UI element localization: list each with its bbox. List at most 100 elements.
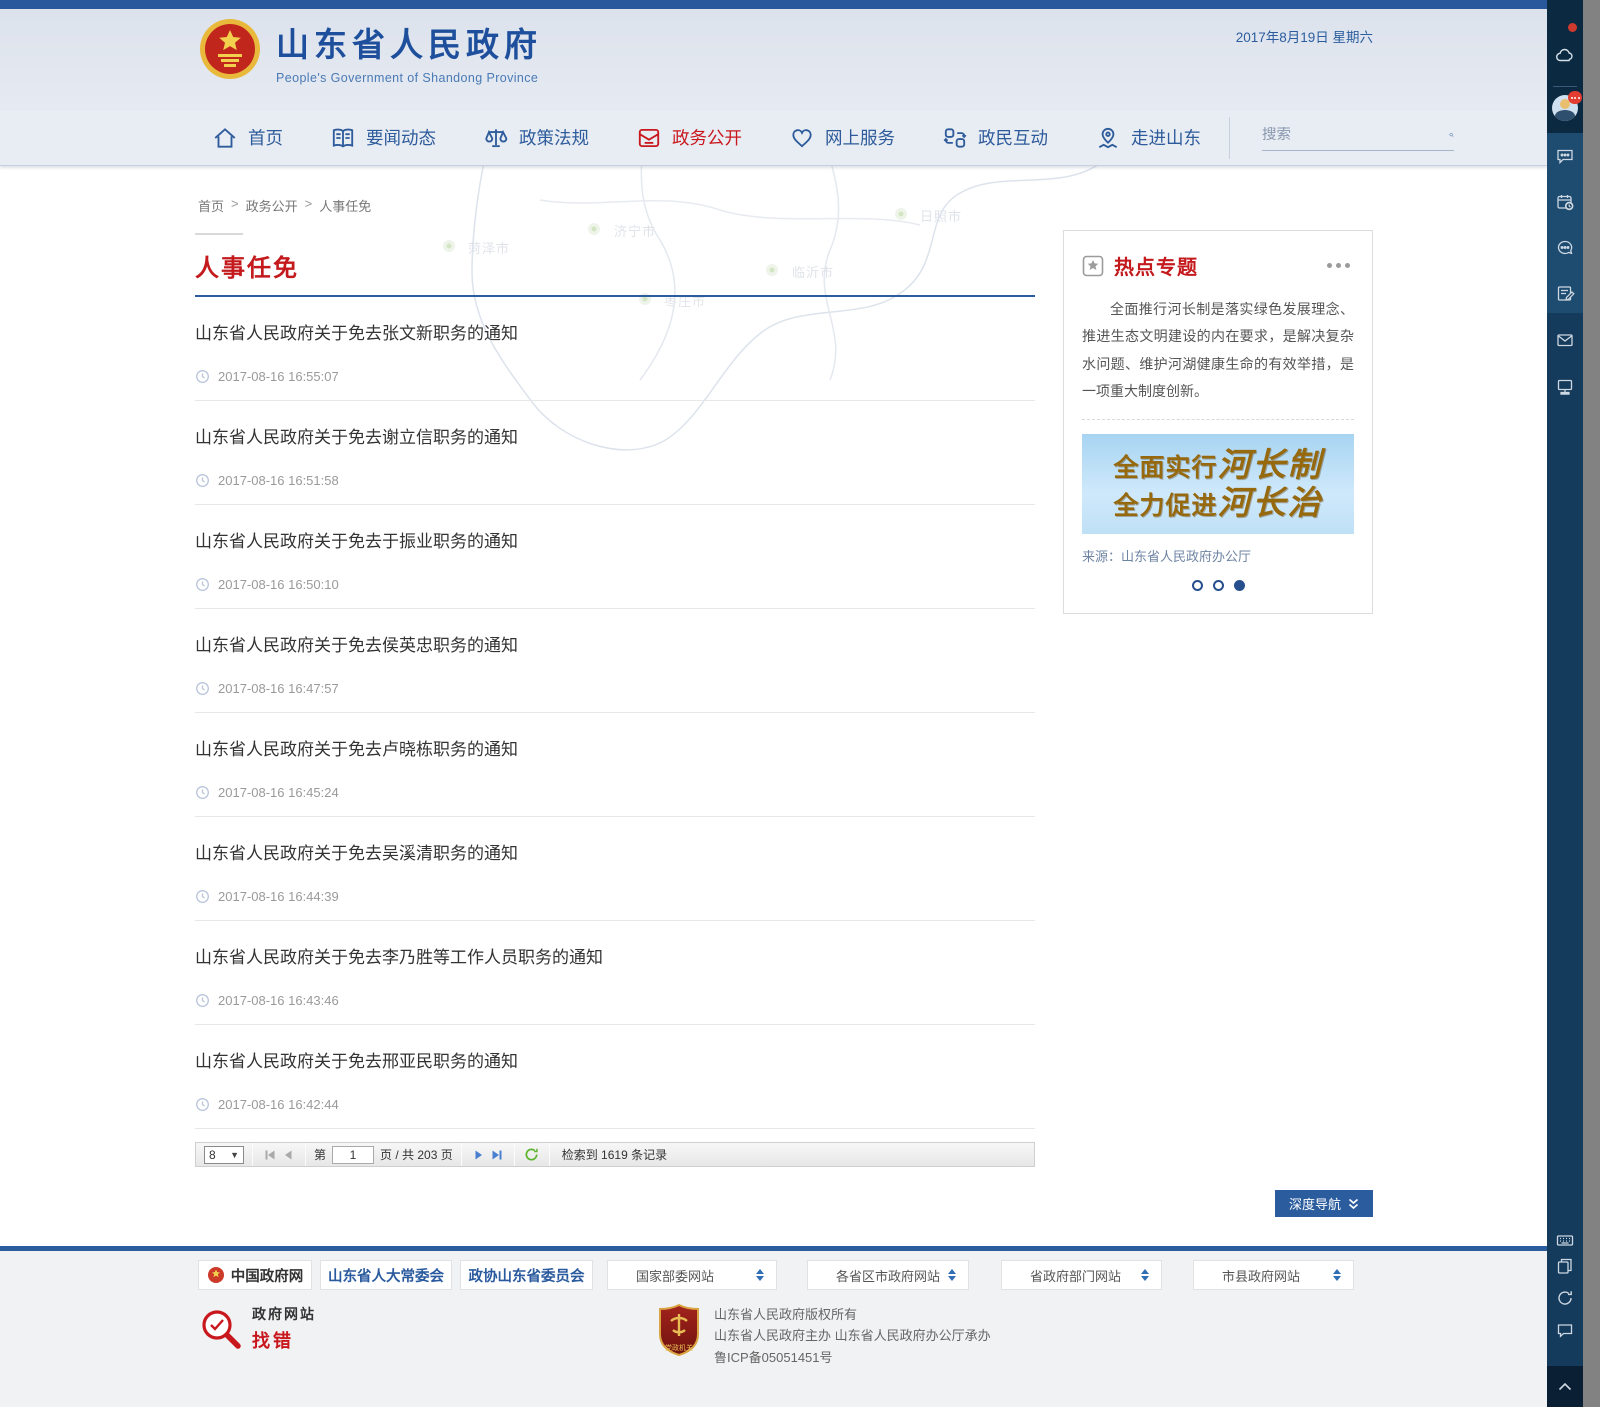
breadcrumb-home[interactable]: 首页 (198, 196, 224, 215)
list-item: 山东省人民政府关于免去卢晓栋职务的通知 2017-08-16 16:45:24 (195, 713, 1035, 817)
speech-dots-icon[interactable] (1555, 238, 1575, 258)
sort-arrows-icon (1141, 1269, 1149, 1281)
next-page-button[interactable] (470, 1146, 488, 1164)
last-page-button[interactable] (488, 1146, 506, 1164)
page-number-input[interactable] (332, 1146, 374, 1164)
clock-icon (195, 369, 210, 384)
clock-icon (195, 889, 210, 904)
nav-item-home[interactable]: 首页 (212, 125, 283, 151)
nav-item-openness[interactable]: 政务公开 (636, 125, 742, 151)
scales-icon (483, 125, 509, 151)
first-page-button[interactable] (261, 1146, 279, 1164)
news-title-link[interactable]: 山东省人民政府关于免去侯英忠职务的通知 (195, 631, 1035, 656)
carousel-dot-active[interactable] (1234, 580, 1245, 591)
header-date: 2017年8月19日 星期六 (1236, 26, 1373, 46)
pagination-bar: 8 ▼ 第 页 / 共 203 页 (195, 1142, 1035, 1167)
notification-dot (1568, 23, 1577, 32)
footer-link-renda[interactable]: 山东省人大常委会 (320, 1260, 452, 1290)
interaction-arrows-icon (942, 125, 968, 151)
page-size-select[interactable]: 8 ▼ (204, 1146, 244, 1164)
chat-bubble-icon[interactable] (1555, 146, 1575, 166)
breadcrumb-openness[interactable]: 政务公开 (246, 196, 298, 215)
news-title-link[interactable]: 山东省人民政府关于免去邢亚民职务的通知 (195, 1047, 1035, 1072)
hot-topics-paragraph: 全面推行河长制是落实绿色发展理念、推进生态文明建设的内在要求，是解决复杂水问题、… (1082, 296, 1354, 405)
footer-dropdown-ministries[interactable]: 国家部委网站 (607, 1260, 777, 1290)
news-title-link[interactable]: 山东省人民政府关于免去于振业职务的通知 (195, 527, 1035, 552)
pagination-divider (252, 1143, 253, 1166)
copy-files-icon[interactable] (1555, 1256, 1575, 1276)
carousel-dot[interactable] (1192, 580, 1203, 591)
user-avatar[interactable] (1552, 95, 1578, 121)
footer-dropdown-departments[interactable]: 省政府部门网站 (1001, 1260, 1162, 1290)
nav-item-interaction[interactable]: 政民互动 (942, 125, 1048, 151)
news-title-link[interactable]: 山东省人民政府关于免去张文新职务的通知 (195, 319, 1035, 344)
envelope-icon[interactable] (1555, 330, 1575, 350)
footer-dropdown-cities[interactable]: 市县政府网站 (1193, 1260, 1354, 1290)
calendar-clock-icon[interactable] (1555, 192, 1575, 212)
nav-label: 走进山东 (1131, 125, 1201, 150)
nav-item-policy[interactable]: 政策法规 (483, 125, 589, 151)
monitor-icon[interactable] (1555, 376, 1575, 396)
nav-item-services[interactable]: 网上服务 (789, 125, 895, 151)
sidebar: 热点专题 全面推行河长制是落实绿色发展理念、推进生态文明建设的内在要求，是解决复… (1063, 225, 1373, 1167)
cloud-icon[interactable] (1555, 46, 1575, 66)
nav-item-news[interactable]: 要闻动态 (330, 125, 436, 151)
page-title: 人事任免 (195, 248, 1035, 283)
dropdown-label: 国家部委网站 (636, 1266, 714, 1285)
sort-arrows-icon (948, 1269, 956, 1281)
page-label-suffix: 页 / 共 203 页 (380, 1146, 453, 1163)
refresh-button[interactable] (523, 1146, 541, 1164)
news-title-link[interactable]: 山东省人民政府关于免去谢立信职务的通知 (195, 423, 1035, 448)
footer-link-gov-cn[interactable]: 中国政府网 (198, 1260, 312, 1290)
search-input[interactable] (1262, 127, 1449, 143)
note-edit-icon[interactable] (1555, 283, 1575, 303)
footer: 中国政府网 山东省人大常委会 政协山东省委员会 国家部委网站 各省区市政府网站 … (0, 1246, 1547, 1407)
keyboard-icon[interactable] (1555, 1230, 1575, 1250)
news-timestamp: 2017-08-16 16:50:10 (218, 577, 339, 592)
map-pin-icon (1095, 125, 1121, 151)
news-title-link[interactable]: 山东省人民政府关于免去李乃胜等工作人员职务的通知 (195, 943, 1035, 968)
nav-label: 要闻动态 (366, 125, 436, 150)
prev-page-button[interactable] (279, 1146, 297, 1164)
news-title-link[interactable]: 山东省人民政府关于免去卢晓栋职务的通知 (195, 735, 1035, 760)
refresh-icon[interactable] (1555, 1288, 1575, 1308)
chat-icon[interactable] (1555, 1320, 1575, 1340)
mail-doc-icon (636, 125, 662, 151)
hot-topic-banner[interactable]: 全面实行河长制 全力促进河长治 (1082, 434, 1354, 534)
footer-link-zhengxie[interactable]: 政协山东省委员会 (460, 1260, 593, 1290)
dashed-divider (1082, 419, 1354, 420)
footer-blue-bar (0, 1246, 1547, 1251)
ellipsis-menu-icon[interactable] (1323, 259, 1354, 272)
nav-label: 政务公开 (672, 125, 742, 150)
site-error-report-badge[interactable]: 政府网站 找错 (198, 1304, 316, 1353)
news-timestamp: 2017-08-16 16:51:58 (218, 473, 339, 488)
deep-nav-label: 深度导航 (1289, 1194, 1341, 1213)
collapse-toolbar-button[interactable] (1547, 1366, 1583, 1407)
pagination-divider (305, 1143, 306, 1166)
clock-icon (195, 473, 210, 488)
search-icon[interactable] (1449, 125, 1454, 145)
nav-item-about[interactable]: 走进山东 (1095, 125, 1201, 151)
nav-label: 网上服务 (825, 125, 895, 150)
banner-text: 全力促进 (1113, 492, 1217, 520)
error-badge-line1: 政府网站 (252, 1304, 316, 1324)
star-badge-icon (1082, 255, 1104, 277)
deep-nav-button[interactable]: 深度导航 (1275, 1190, 1373, 1217)
footer-link-label: 山东省人大常委会 (328, 1265, 444, 1286)
sort-arrows-icon (756, 1269, 764, 1281)
news-title-link[interactable]: 山东省人民政府关于免去吴溪清职务的通知 (195, 839, 1035, 864)
clock-icon (195, 785, 210, 800)
top-blue-strip (0, 0, 1547, 9)
page-label-prefix: 第 (314, 1146, 326, 1163)
breadcrumb-current: 人事任免 (319, 196, 371, 215)
list-item: 山东省人民政府关于免去吴溪清职务的通知 2017-08-16 16:44:39 (195, 817, 1035, 921)
footer-dropdown-provinces[interactable]: 各省区市政府网站 (807, 1260, 969, 1290)
nav-label: 首页 (248, 125, 283, 150)
home-icon (212, 125, 238, 151)
carousel-dot[interactable] (1213, 580, 1224, 591)
hot-topics-box: 热点专题 全面推行河长制是落实绿色发展理念、推进生态文明建设的内在要求，是解决复… (1063, 230, 1373, 614)
site-logo[interactable]: 山东省人民政府 People's Government of Shandong … (198, 16, 542, 86)
main-column: 人事任免 山东省人民政府关于免去张文新职务的通知 2017-08-16 16:5… (195, 225, 1035, 1167)
banner-source: 来源：山东省人民政府办公厅 (1082, 546, 1354, 565)
error-badge-line2: 找错 (252, 1327, 316, 1353)
